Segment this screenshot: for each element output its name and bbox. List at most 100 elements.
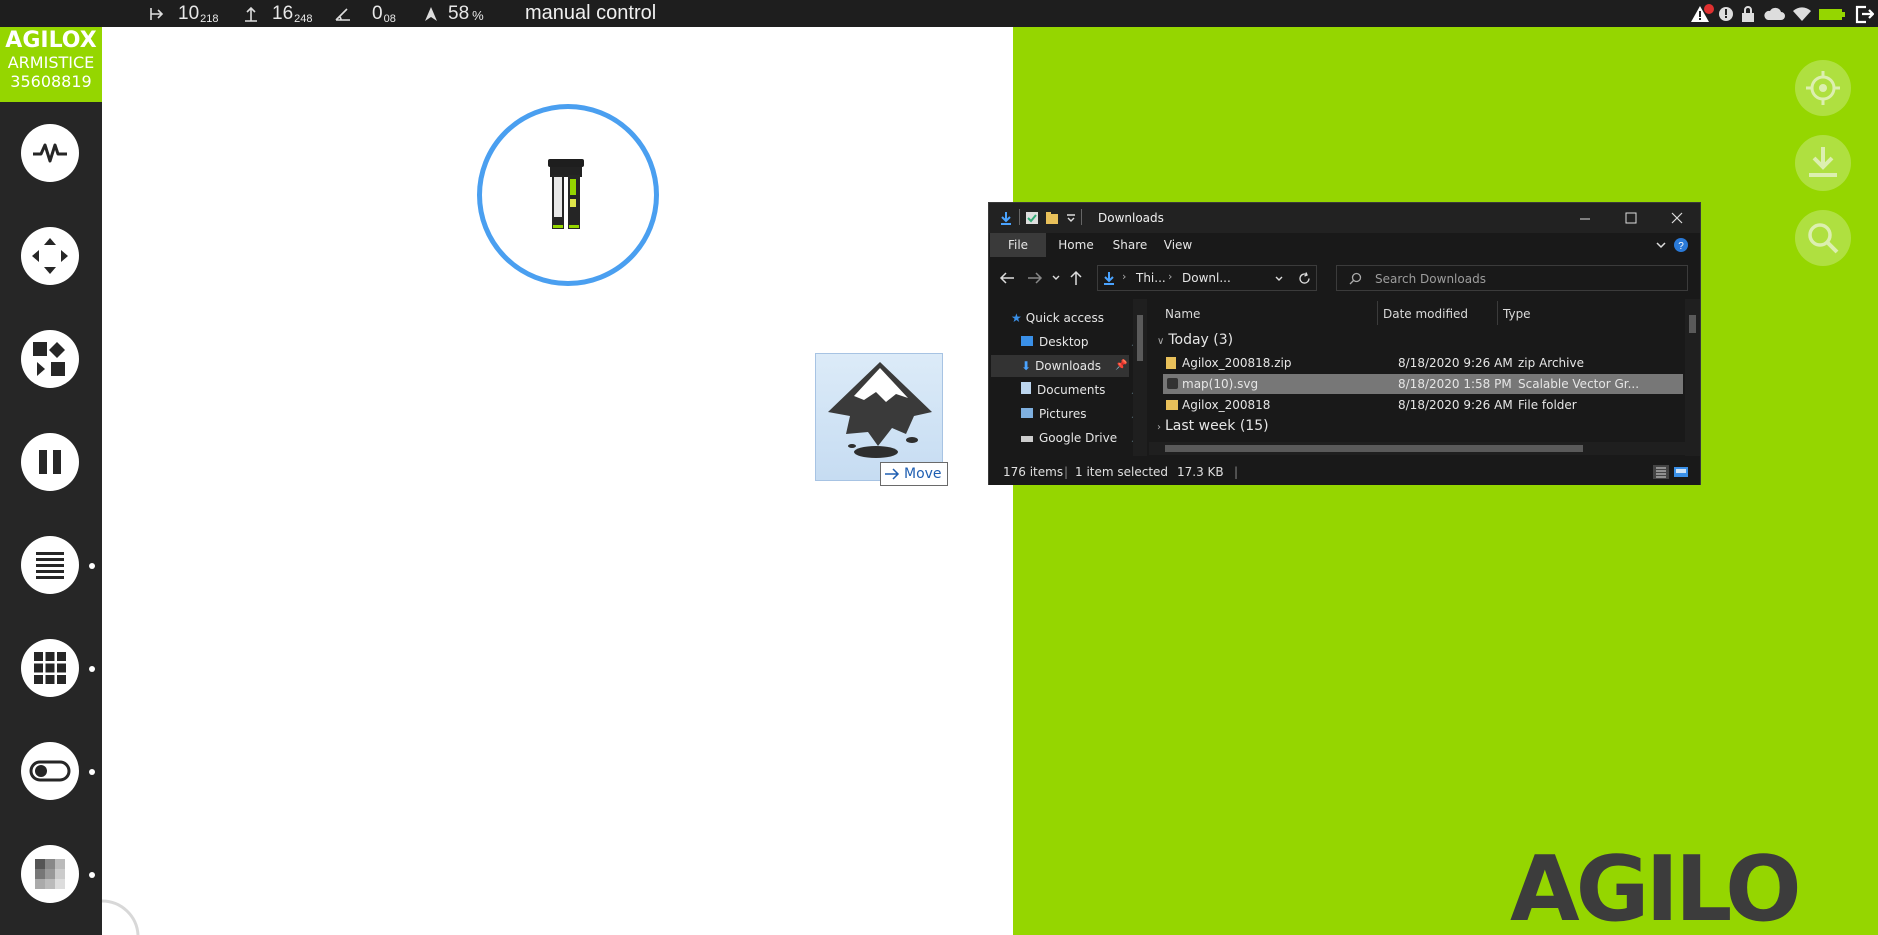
list-icon: [36, 552, 64, 579]
heatmap-button[interactable]: [21, 845, 79, 903]
recent-locations-icon[interactable]: [1051, 273, 1061, 283]
downloads-arrow-icon: [1001, 212, 1011, 225]
angle-sub: 08: [383, 12, 396, 25]
file-date: 8/18/2020 1:58 PM: [1398, 377, 1512, 391]
tab-view[interactable]: View: [1153, 233, 1203, 257]
properties-icon[interactable]: [1025, 211, 1039, 225]
download-button[interactable]: [1795, 135, 1851, 191]
status-divider: |: [1064, 465, 1069, 479]
large-icons-view-icon[interactable]: [1673, 465, 1689, 479]
svg-file-icon: [1167, 378, 1178, 389]
breadcrumb-this-pc[interactable]: Thi...: [1136, 271, 1166, 285]
route-icon: [33, 342, 65, 376]
y-sub: 248: [294, 12, 313, 25]
search-icon: [1808, 223, 1839, 254]
nav-desktop[interactable]: Desktop 📌: [1021, 331, 1149, 353]
minimize-icon[interactable]: [1579, 213, 1591, 225]
locate-button[interactable]: [1795, 60, 1851, 116]
warning-icon[interactable]: [1690, 3, 1714, 24]
column-date-modified[interactable]: Date modified: [1383, 307, 1468, 321]
back-arrow-icon[interactable]: [999, 271, 1015, 285]
desktop-icon: [1021, 336, 1033, 346]
toggle-indicator-dot: [89, 769, 95, 775]
expand-chevron-icon: ›: [1157, 422, 1161, 433]
nav-documents[interactable]: Documents 📌: [1021, 379, 1149, 401]
window-titlebar[interactable]: Downloads: [989, 203, 1700, 233]
tab-home[interactable]: Home: [1051, 233, 1101, 257]
file-name: Agilox_200818.zip: [1182, 356, 1292, 370]
mode-toggle-button[interactable]: [21, 742, 79, 800]
address-dropdown-icon[interactable]: [1274, 274, 1284, 284]
nav-pictures[interactable]: Pictures 📌: [1021, 403, 1149, 425]
new-folder-icon[interactable]: [1045, 211, 1059, 225]
file-row[interactable]: Agilox_200818.zip 8/18/2020 9:26 AM zip …: [1164, 353, 1684, 373]
robot-icon: [548, 159, 584, 229]
column-type[interactable]: Type: [1503, 307, 1531, 321]
pictures-icon: [1021, 408, 1033, 418]
tab-share[interactable]: Share: [1105, 233, 1155, 257]
nav-google-drive[interactable]: Google Drive 📌: [1021, 427, 1149, 449]
nav-quick-access[interactable]: ★ Quick access: [1011, 307, 1104, 329]
diagnostics-button[interactable]: [21, 124, 79, 182]
close-icon[interactable]: [1671, 212, 1683, 224]
help-icon[interactable]: ?: [1673, 237, 1689, 253]
file-explorer-window[interactable]: Downloads File Home Share View ? › Thi..…: [988, 202, 1701, 485]
battery-icon[interactable]: [1818, 3, 1846, 24]
group-today-label: Today (3): [1168, 332, 1234, 348]
vertical-scrollbar[interactable]: [1685, 299, 1700, 456]
vertical-scrollbar-thumb[interactable]: [1689, 315, 1696, 333]
main-sidebar: AGILOX ARMISTICE 35608819: [0, 27, 102, 935]
pause-button[interactable]: [21, 433, 79, 491]
address-bar[interactable]: › Thi... › Downl...: [1097, 265, 1317, 291]
nav-label: Google Drive: [1039, 431, 1118, 445]
star-icon: ★: [1011, 311, 1022, 325]
battery-value: 58: [448, 2, 470, 24]
tab-file[interactable]: File: [990, 233, 1046, 257]
manual-move-button[interactable]: [21, 227, 79, 285]
top-status-bar: 10 218 16 248 0 08 58% manual control: [0, 0, 1878, 27]
file-name: Agilox_200818: [1182, 398, 1271, 412]
nav-scrollbar-thumb[interactable]: [1137, 315, 1143, 361]
status-divider: |: [1234, 465, 1239, 479]
drive-icon: [1021, 436, 1033, 442]
agilox-footer-logo: AGILO: [1510, 837, 1802, 935]
breadcrumb-downloads[interactable]: Downl...: [1182, 271, 1231, 285]
maximize-icon[interactable]: [1625, 212, 1637, 224]
x-coordinate: 10 218: [148, 0, 219, 27]
forward-arrow-icon[interactable]: [1027, 271, 1043, 285]
file-type: zip Archive: [1518, 356, 1584, 370]
alert-icon[interactable]: [1718, 3, 1734, 24]
grid-view-button[interactable]: [21, 639, 79, 697]
horizontal-scrollbar-thumb[interactable]: [1165, 445, 1583, 452]
column-divider: [1497, 301, 1498, 325]
file-row-selected[interactable]: map(10).svg 8/18/2020 1:58 PM Scalable V…: [1163, 374, 1683, 394]
logout-icon[interactable]: [1854, 3, 1874, 24]
expand-ribbon-icon[interactable]: [1655, 239, 1667, 251]
quick-access-dropdown-icon[interactable]: [1065, 211, 1077, 225]
file-row[interactable]: Agilox_200818 8/18/2020 9:26 AM File fol…: [1164, 395, 1684, 415]
search-button[interactable]: [1795, 210, 1851, 266]
wifi-icon[interactable]: [1792, 3, 1812, 24]
nav-downloads[interactable]: ⬇ Downloads 📌: [991, 355, 1129, 377]
column-name[interactable]: Name: [1165, 307, 1200, 321]
group-last-week[interactable]: › Last week (15): [1157, 418, 1269, 434]
refresh-icon[interactable]: [1298, 272, 1311, 285]
up-arrow-icon[interactable]: [1069, 270, 1083, 286]
details-view-icon[interactable]: [1653, 465, 1669, 479]
angle-readout: 0 08: [334, 0, 396, 27]
navigation-pane: ★Quick access Desktop 📌 ⬇Downloads 📌 Doc…: [989, 299, 1149, 456]
group-today[interactable]: ∨ Today (3): [1157, 332, 1233, 348]
search-downloads-field[interactable]: Search Downloads: [1336, 265, 1688, 291]
heatmap-indicator-dot: [89, 872, 95, 878]
pause-icon: [39, 450, 61, 474]
orders-list-button[interactable]: [21, 536, 79, 594]
vehicle-brand-panel: AGILOX ARMISTICE 35608819: [0, 27, 102, 102]
drag-move-tooltip: Move: [880, 462, 948, 486]
nav-scrollbar[interactable]: [1133, 299, 1147, 456]
lock-icon[interactable]: [1740, 3, 1756, 24]
zip-file-icon: [1166, 357, 1176, 369]
horizontal-scrollbar[interactable]: [1149, 442, 1685, 455]
route-button[interactable]: [21, 330, 79, 388]
cloud-icon[interactable]: [1762, 3, 1786, 24]
titlebar-divider-2: [1081, 209, 1082, 225]
